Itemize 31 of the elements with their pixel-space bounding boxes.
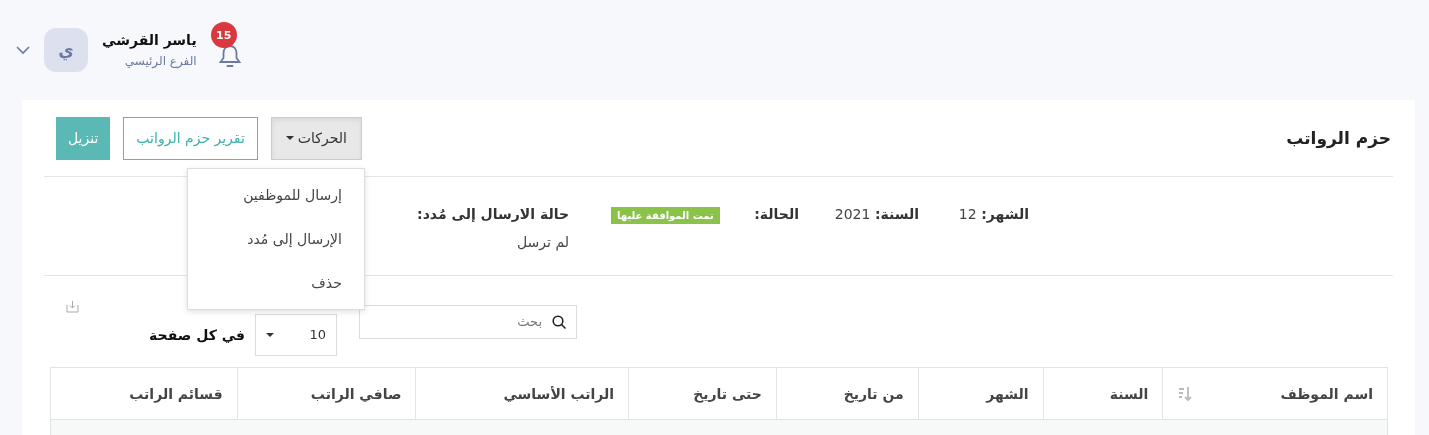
chevron-down-icon[interactable] [16, 45, 30, 55]
column-header[interactable]: قسائم الراتب [129, 385, 223, 402]
page-size-select[interactable]: 10 [255, 313, 337, 356]
column-header[interactable]: الراتب الأساسي [503, 385, 615, 402]
field-label: حالة الارسال إلى مُدد: [417, 206, 569, 222]
search-field[interactable]: بحث [359, 304, 577, 339]
column-header[interactable]: من تاريخ [843, 385, 904, 402]
actions-dropdown[interactable]: الحركات [270, 116, 362, 160]
search-icon [552, 314, 567, 330]
column-header[interactable]: صافي الراتب [310, 385, 402, 402]
field-label: السنة: [874, 206, 919, 222]
menu-item[interactable]: إرسال للموظفين [187, 172, 364, 217]
field-label: الحالة: [754, 206, 799, 222]
status-badge: تمت الموافقة عليها [611, 207, 720, 224]
column-header[interactable]: الشهر [986, 385, 1029, 402]
field-value: 2021 [834, 206, 871, 222]
branch-name: الفرع الرئيسي [123, 54, 197, 68]
menu-item[interactable]: الإرسال إلى مُدد [187, 216, 364, 261]
column-header[interactable]: حتى تاريخ [693, 385, 762, 402]
page-title: حزم الرواتب [1286, 128, 1391, 148]
user-name: ياسر القرشي [102, 32, 197, 48]
page-size-label: في كل صفحة [149, 326, 245, 343]
column-header[interactable]: اسم الموظف [1280, 385, 1373, 402]
menu-item[interactable]: حذف [187, 260, 364, 305]
field-value: لم ترسل [517, 234, 569, 250]
field-value: 12 [958, 206, 977, 222]
caret-icon [285, 136, 294, 140]
column-header[interactable]: السنة [1109, 385, 1149, 402]
field-label: الشهر: [981, 206, 1029, 222]
download-icon[interactable] [66, 300, 79, 313]
notification-badge: 15 [210, 22, 237, 48]
